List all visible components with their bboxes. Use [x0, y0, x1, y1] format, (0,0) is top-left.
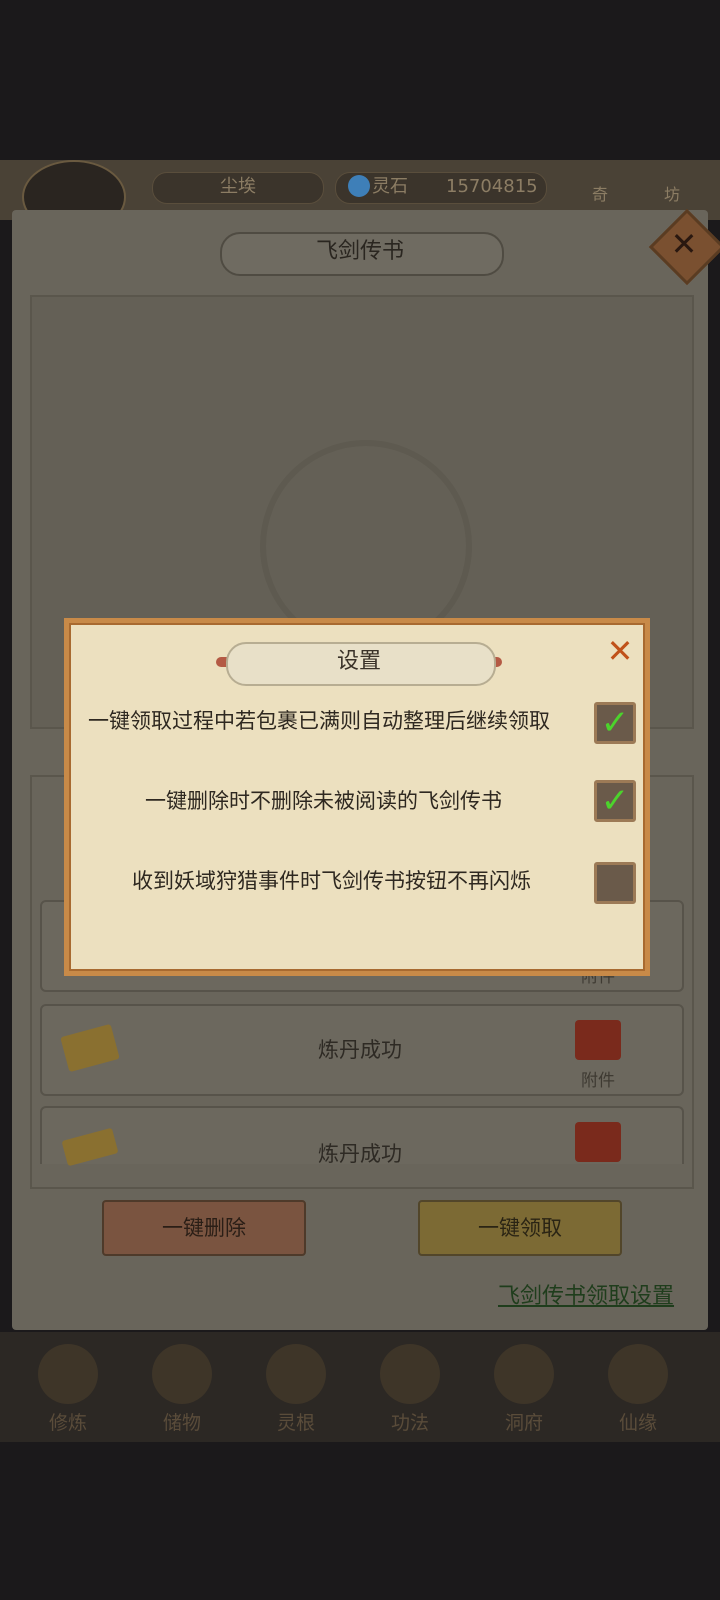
currency-value: 15704815 [446, 176, 538, 197]
option-label-no-flash: 收到妖域狩猎事件时飞剑传书按钮不再闪烁 [132, 869, 531, 893]
gift-box-icon [575, 1020, 621, 1060]
option-checkbox-no-flash[interactable] [594, 862, 636, 904]
nav-item-storage[interactable]: 储物 [132, 1340, 232, 1440]
panel-title: 飞剑传书 [315, 239, 404, 264]
nav-item-fate[interactable]: 仙缘 [588, 1340, 688, 1440]
nav-label: 储物 [162, 1412, 201, 1434]
cultivator-icon [38, 1344, 98, 1404]
nav-label: 仙缘 [618, 1412, 657, 1434]
spirit-root-icon [266, 1344, 326, 1404]
nav-item-cultivate[interactable]: 修炼 [18, 1340, 118, 1440]
option-label-keep-unread: 一键删除时不删除未被阅读的飞剑传书 [145, 789, 502, 813]
bag-icon [152, 1344, 212, 1404]
modal-close-icon[interactable]: ✕ [603, 634, 637, 668]
currency-label: 灵石 [372, 176, 408, 197]
book-icon [380, 1344, 440, 1404]
nav-label: 功法 [390, 1412, 429, 1434]
attachment-label: 附件 [581, 1071, 615, 1091]
nav-item-technique[interactable]: 功法 [360, 1340, 460, 1440]
nav-item-spirit-root[interactable]: 灵根 [246, 1340, 346, 1440]
checkmark-icon: ✓ [600, 781, 630, 821]
nav-label: 洞府 [504, 1412, 543, 1434]
nav-item-cave[interactable]: 洞府 [474, 1340, 574, 1440]
gift-box-icon [575, 1122, 621, 1162]
nav-label: 修炼 [48, 1412, 87, 1434]
delete-all-button[interactable]: 一键删除 [102, 1200, 306, 1256]
option-label-auto-sort: 一键领取过程中若包裹已满则自动整理后继续领取 [88, 709, 550, 733]
name-label: 尘埃 [220, 176, 256, 197]
claim-settings-link[interactable]: 飞剑传书领取设置 [498, 1278, 674, 1310]
spirit-stone-icon [348, 175, 370, 197]
close-icon[interactable]: ✕ [660, 220, 708, 268]
option-checkbox-keep-unread[interactable]: ✓ [594, 780, 636, 822]
fate-icon [608, 1344, 668, 1404]
modal-title: 设置 [336, 649, 381, 674]
checkmark-icon: ✓ [600, 703, 630, 743]
cave-gate-icon [494, 1344, 554, 1404]
nav-label: 灵根 [276, 1412, 315, 1434]
claim-all-button[interactable]: 一键领取 [418, 1200, 622, 1256]
option-checkbox-auto-sort[interactable]: ✓ [594, 702, 636, 744]
